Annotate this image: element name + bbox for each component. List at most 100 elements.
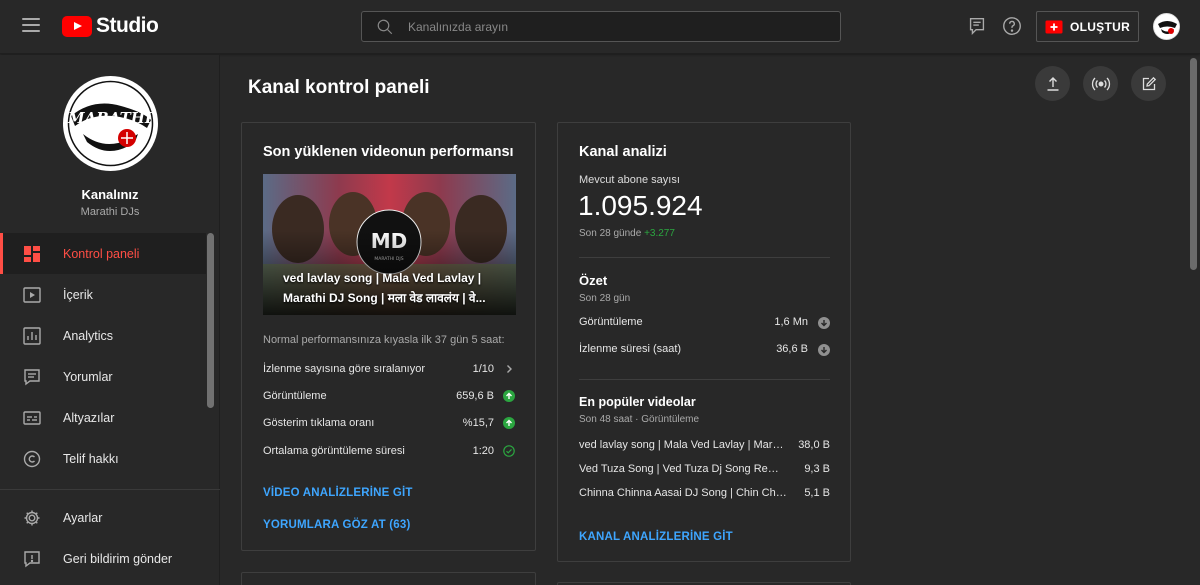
sidebar-item-label: Yorumlar [63,369,113,384]
sidebar-scrollbar[interactable] [207,233,214,408]
sidebar-item-subtitles[interactable]: Altyazılar [0,397,206,438]
create-button[interactable]: OLUŞTUR [1036,11,1139,42]
top-video-title: ved lavlay song | Mala Ved Lavlay | Mara… [579,439,787,451]
create-button-label: OLUŞTUR [1069,19,1131,34]
summary-row-views: Görüntüleme 1,6 Mn [579,316,830,334]
copyright-icon [23,450,41,467]
sidebar-divider [0,489,220,490]
metric-label: İzlenme sayısına göre sıralanıyor [263,363,426,375]
top-video-row[interactable]: Ved Tuza Song | Ved Tuza Dj Song Remix |… [579,463,830,481]
divider [579,379,830,380]
sidebar-item-analytics[interactable]: Analytics [0,315,206,356]
sidebar-item-content[interactable]: İçerik [0,274,206,315]
search-input[interactable] [408,19,808,34]
channel-analytics-card: Kanal analizi Mevcut abone sayısı 1.095.… [557,122,851,562]
subtitles-icon [23,410,41,425]
sidebar-item-label: Altyazılar [63,410,115,425]
metric-row-ctr: Gösterim tıklama oranı %15,7 [263,413,516,433]
metric-value: 1:20 [472,445,494,457]
metric-label: Görüntüleme [263,390,327,402]
main-scrollbar[interactable] [1190,58,1197,270]
top-video-row[interactable]: ved lavlay song | Mala Ved Lavlay | Mara… [579,439,830,457]
sidebar-item-comments[interactable]: Yorumlar [0,356,206,397]
arrow-down-icon [818,317,830,329]
create-post-button[interactable] [1131,66,1166,101]
sidebar-item-copyright[interactable]: Telif hakkı [0,438,206,479]
subscribers-period: Son 28 günde [579,228,642,239]
card-title: Kanal analizi [579,144,667,160]
page-title: Kanal kontrol paneli [248,77,430,98]
channel-analytics-link[interactable]: KANAL ANALİZLERİNE GİT [579,531,733,543]
feedback-icon [24,550,40,567]
sidebar: MARATHI Kanalınız Marathi DJs Kontrol pa… [0,55,220,585]
sidebar-item-label: Kontrol paneli [63,246,140,261]
studio-logo[interactable]: Studio [62,14,159,38]
summary-title: Özet [579,273,608,288]
search-box[interactable] [361,11,841,42]
channel-name: Marathi DJs [80,206,140,218]
divider [579,257,830,258]
top-video-row[interactable]: Chinna Chinna Aasai DJ Song | Chin Chin … [579,487,830,505]
top-video-title: Chinna Chinna Aasai DJ Song | Chin Chin … [579,487,787,499]
top-bar: Studio OLUŞTUR [0,0,1200,54]
messages-icon[interactable] [966,15,988,37]
account-avatar[interactable] [1153,13,1180,40]
dashboard-icon [24,245,40,262]
video-analytics-link[interactable]: VİDEO ANALİZLERİNE GİT [263,487,413,499]
sidebar-item-dashboard[interactable]: Kontrol paneli [0,233,206,274]
chevron-right-icon [507,365,512,373]
card-title: Son yüklenen videonun performansı [263,144,514,160]
comparison-intro: Normal performansınıza kıyasla ilk 37 gü… [263,334,505,346]
avatar-logo-icon [1154,14,1179,39]
arrow-up-icon [503,390,515,402]
metric-row-avg-duration: Ortalama görüntüleme süresi 1:20 [263,441,516,461]
sidebar-item-label: Telif hakkı [63,451,119,466]
create-video-icon [1045,20,1063,33]
comments-icon [24,368,40,385]
sidebar-item-settings[interactable]: Ayarlar [0,497,206,538]
top-video-views: 5,1 B [804,487,830,499]
summary-label: İzlenme süresi (saat) [579,343,682,355]
summary-label: Görüntüleme [579,316,643,328]
upload-button[interactable] [1035,66,1070,101]
sidebar-item-label: İçerik [63,287,93,302]
channel-avatar[interactable]: MARATHI [63,76,158,171]
video-thumbnail[interactable]: MD MARATHI DJS ved lavlay song | Mala Ve… [263,174,516,315]
sidebar-item-label: Geri bildirim gönder [63,551,173,566]
channel-title: Kanalınız [81,187,139,202]
subscribers-label: Mevcut abone sayısı [579,174,680,186]
top-videos-period: Son 48 saat · Görüntüleme [579,414,700,425]
arrow-down-icon [818,344,830,356]
help-icon[interactable] [1001,15,1023,37]
summary-period: Son 28 gün [579,293,631,304]
top-video-views: 38,0 B [798,439,830,451]
menu-icon[interactable] [22,18,40,32]
metric-value: 1/10 [472,363,494,375]
metric-row-views: Görüntüleme 659,6 B [263,386,516,406]
logo-text: Studio [96,14,159,37]
youtube-logo-icon [62,15,92,37]
gear-icon [24,510,40,525]
channel-logo-text: MARATHI [67,109,153,127]
metric-row-rank[interactable]: İzlenme sayısına göre sıralanıyor 1/10 [263,359,516,379]
metric-label: Gösterim tıklama oranı [263,417,375,429]
analytics-icon [23,326,41,345]
metric-value: 659,6 B [456,390,494,402]
content-icon [23,286,41,303]
video-title: ved lavlay song | Mala Ved Lavlay | Mara… [283,271,486,305]
subscribers-delta: +3.277 [644,228,675,239]
sidebar-item-label: Ayarlar [63,510,103,525]
sidebar-item-feedback[interactable]: Geri bildirim gönder [0,538,206,579]
summary-row-watch-time: İzlenme süresi (saat) 36,6 B [579,343,830,361]
next-card [241,572,536,585]
sidebar-item-label: Analytics [63,328,114,343]
check-circle-icon [503,445,515,457]
live-icon [1091,77,1110,90]
top-video-title: Ved Tuza Song | Ved Tuza Dj Song Remix |… [579,463,787,475]
edit-icon [1142,76,1156,90]
arrow-up-icon [503,417,515,429]
metric-label: Ortalama görüntüleme süresi [263,445,405,457]
search-icon [377,19,393,34]
view-comments-link[interactable]: YORUMLARA GÖZ AT (63) [263,519,411,531]
go-live-button[interactable] [1083,66,1118,101]
